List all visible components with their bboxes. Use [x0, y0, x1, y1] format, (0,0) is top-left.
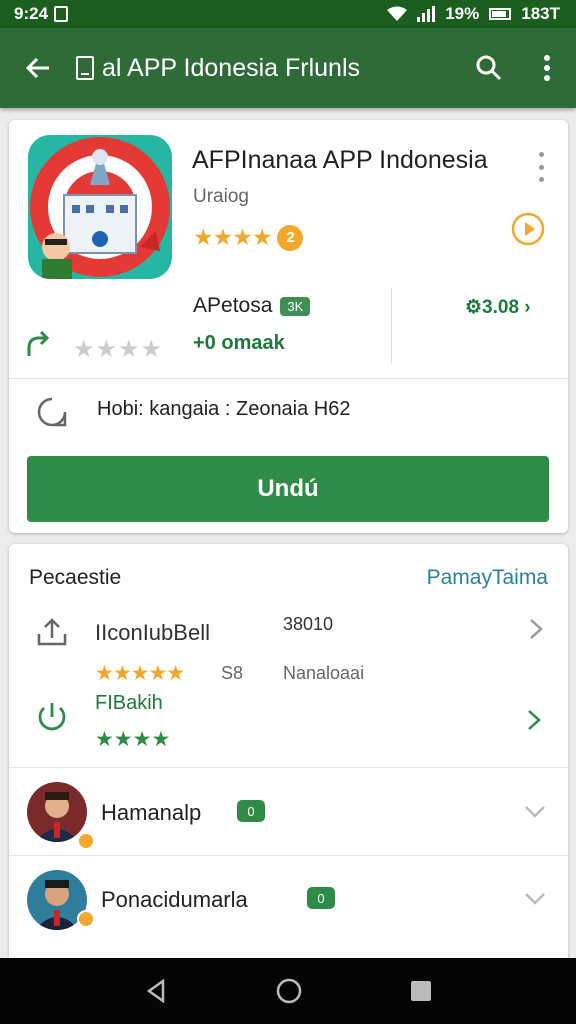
toolbar-title: al APP Idonesia Frlunls	[102, 53, 361, 82]
more-vert-icon	[544, 55, 550, 81]
status-bar: 9:24 19% 183T	[0, 0, 576, 28]
divider	[9, 855, 568, 856]
system-nav-bar	[0, 958, 576, 1024]
verified-badge-icon	[77, 910, 95, 928]
person1-chip: 0	[237, 800, 265, 822]
meta-chip: 3K	[280, 296, 311, 316]
row1-name[interactable]: IIconIubBell	[95, 620, 210, 646]
row1-number: 38010	[283, 614, 334, 634]
chevron-right-icon: ›	[519, 297, 531, 318]
share-icon[interactable]	[25, 330, 55, 360]
app-rating: ★★★★ 2	[193, 224, 304, 251]
chevron-right-icon[interactable]	[523, 709, 545, 731]
row1-score: S8	[221, 663, 244, 683]
toolbar-title-group: al APP Idonesia Frlunls	[76, 54, 460, 83]
battery-percent: 19%	[445, 4, 480, 23]
wifi-icon	[387, 6, 408, 21]
chevron-right-icon[interactable]	[525, 618, 547, 640]
row2-stars: ★★★★	[95, 728, 171, 751]
app-icon	[28, 135, 172, 279]
chevron-down-icon[interactable]	[524, 887, 546, 909]
price-link[interactable]: ⚙3.08 ›	[465, 296, 531, 319]
power-icon	[38, 703, 66, 731]
meta-name: APetosa 3K	[193, 294, 311, 318]
search-button[interactable]	[460, 28, 518, 108]
row1-sub: Nanaloaai	[283, 663, 365, 683]
status-clock: 183T	[521, 4, 560, 23]
upload-icon	[37, 618, 67, 646]
vertical-divider	[391, 288, 392, 364]
chevron-down-icon[interactable]	[524, 800, 546, 822]
app-title: AFPInanaa APP Indonesia	[192, 146, 488, 174]
nav-recents-icon[interactable]	[410, 980, 432, 1002]
divider	[9, 767, 568, 768]
search-icon	[476, 55, 502, 81]
user-rating-stars[interactable]: ★★★★	[73, 335, 163, 364]
rating-badge: 2	[277, 224, 304, 251]
document-icon	[76, 56, 94, 80]
install-button[interactable]: Undú	[27, 456, 549, 522]
person2-chip: 0	[307, 887, 335, 909]
arrow-back-icon	[25, 57, 49, 79]
section-card: Pecaestie PamayTaima IIconIubBell 38010 …	[9, 544, 568, 964]
signal-icon	[417, 6, 436, 22]
person1-name[interactable]: Hamanalp	[101, 800, 201, 826]
price-value: 3.08	[482, 297, 520, 318]
notification-icon	[54, 6, 69, 22]
avatar[interactable]	[27, 782, 87, 842]
app-developer[interactable]: Uraiog	[193, 186, 249, 208]
gear-icon: ⚙	[465, 297, 483, 318]
info-text: Hobi: kangaia : Zeonaia H62	[97, 398, 351, 420]
meta-sub: +0 omaak	[193, 332, 285, 354]
person2-name[interactable]: Ponacidumarla	[101, 887, 248, 913]
app-toolbar: al APP Idonesia Frlunls	[0, 28, 576, 108]
verified-badge-icon	[77, 832, 95, 850]
battery-icon	[489, 8, 512, 20]
play-circle-icon[interactable]	[511, 212, 545, 246]
meta-name-label: APetosa	[193, 294, 273, 317]
info-icon	[37, 397, 67, 427]
overflow-menu-button[interactable]	[518, 28, 576, 108]
section-title: Pecaestie	[29, 566, 122, 589]
row1-stars: ★★★★★	[95, 662, 185, 685]
app-detail-card: AFPInanaa APP Indonesia Uraiog ★★★★ 2 AP…	[9, 120, 568, 533]
nav-back-icon[interactable]	[144, 979, 168, 1003]
divider	[9, 378, 568, 379]
status-time: 9:24	[14, 4, 49, 23]
section-see-all-link[interactable]: PamayTaima	[427, 566, 548, 590]
app-more-button[interactable]	[537, 152, 545, 182]
row2-name[interactable]: FIBakih	[95, 692, 163, 715]
back-button[interactable]	[0, 28, 76, 108]
nav-home-icon[interactable]	[276, 978, 302, 1004]
rating-stars: ★★★★	[193, 224, 272, 250]
